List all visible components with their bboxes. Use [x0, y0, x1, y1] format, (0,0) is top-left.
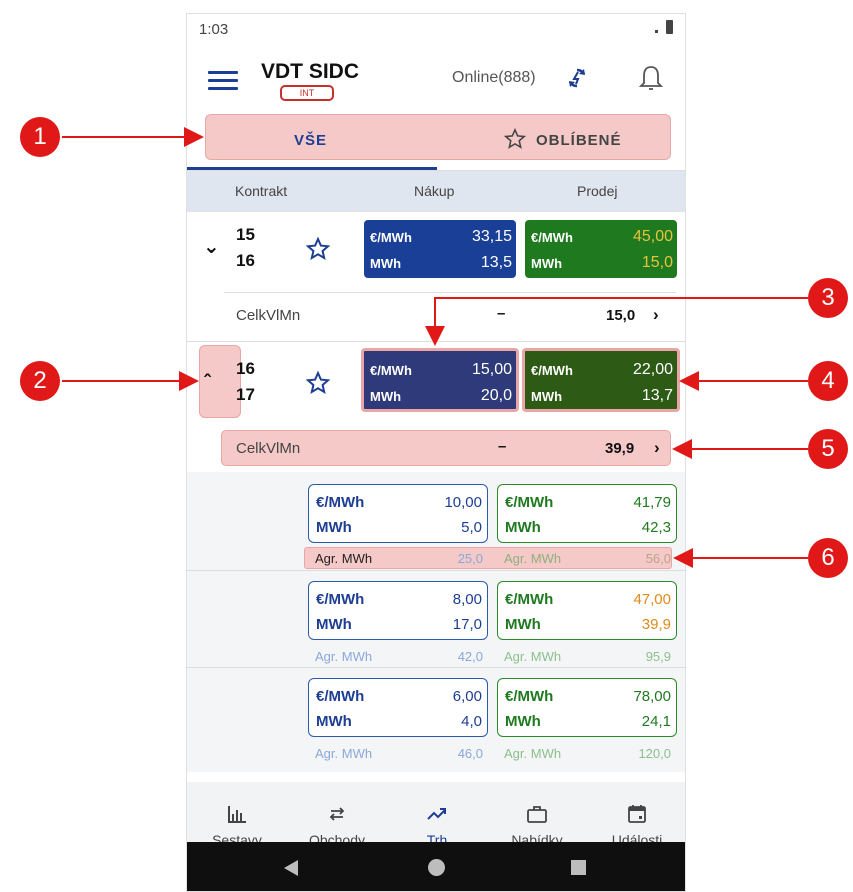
annotation-arrow-3 — [425, 297, 808, 346]
annotation-badge-2: 2 — [20, 361, 60, 401]
annotation-badge-5: 5 — [808, 429, 848, 469]
annotation-badge-3: 3 — [808, 278, 848, 318]
annotation-badge-6: 6 — [808, 538, 848, 578]
annotation-badge-1: 1 — [20, 117, 60, 157]
annotation-badge-4: 4 — [808, 361, 848, 401]
annotation-arrows — [62, 127, 808, 568]
